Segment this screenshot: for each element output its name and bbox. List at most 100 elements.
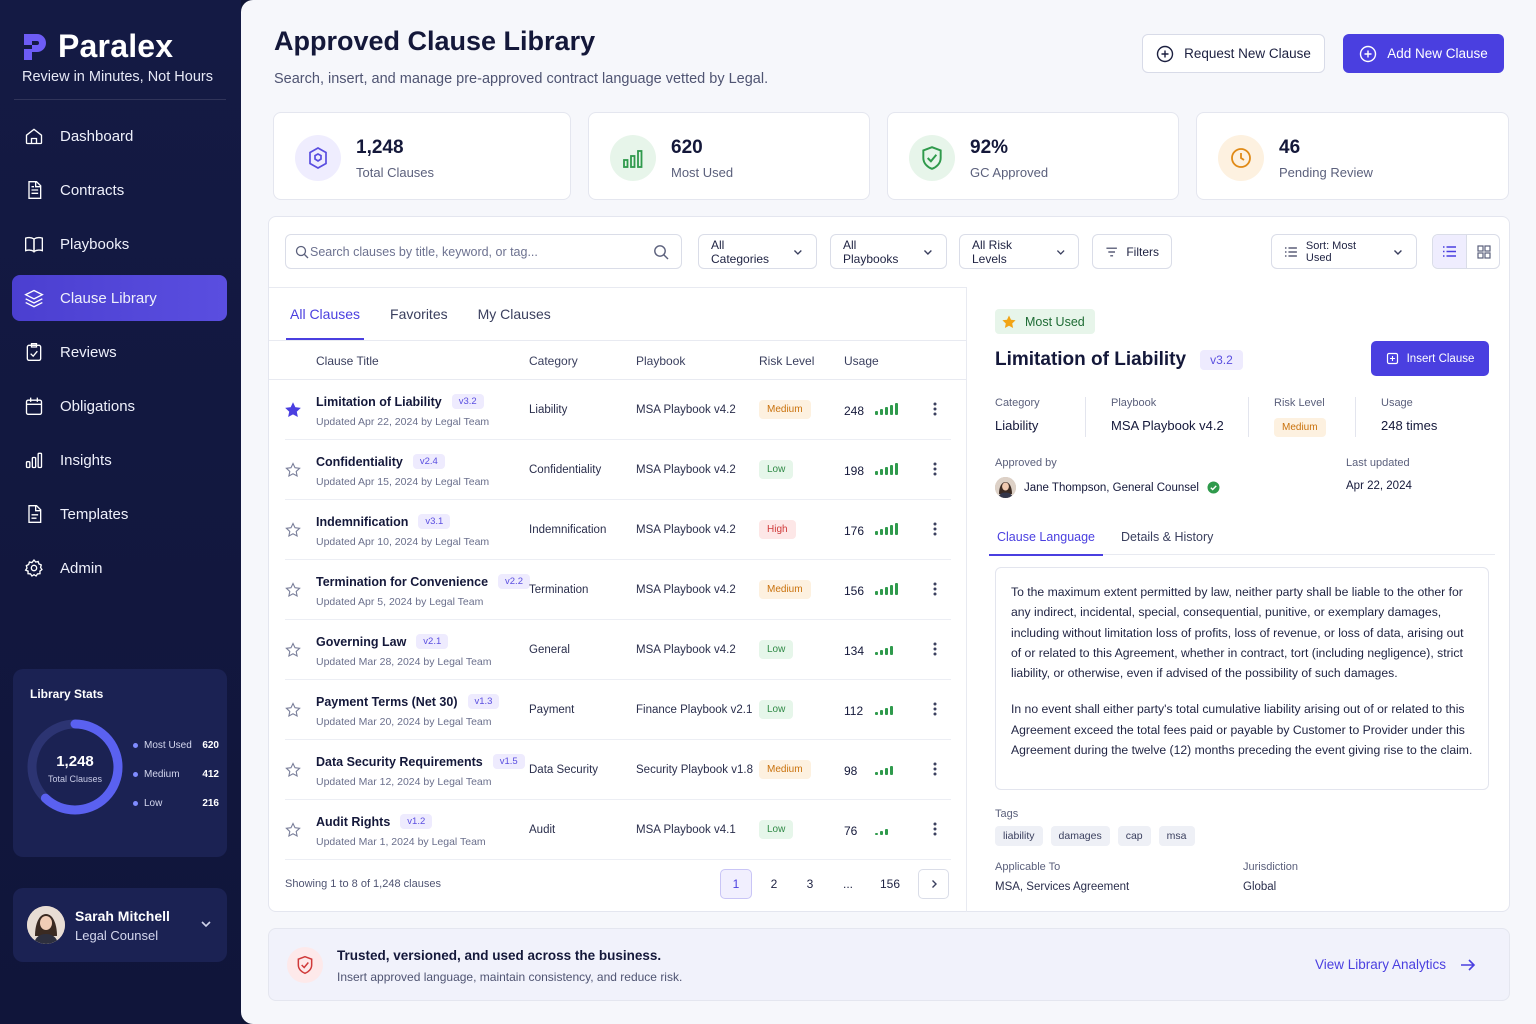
more-vertical-icon[interactable] xyxy=(927,700,943,718)
favorite-star-icon[interactable] xyxy=(285,582,301,598)
meta-playbook: Playbook MSA Playbook v4.2 xyxy=(1111,397,1224,433)
meta-label: Usage xyxy=(1381,397,1413,409)
column-header-usage[interactable]: Usage xyxy=(844,354,879,368)
applicable-to-label: Applicable To xyxy=(995,861,1061,873)
library-stats-total: 1,248 xyxy=(56,753,94,770)
approved-by-label: Approved by xyxy=(995,457,1057,469)
request-new-clause-button[interactable]: Request New Clause xyxy=(1142,34,1325,73)
more-vertical-icon[interactable] xyxy=(927,820,943,838)
sidebar-item-playbooks[interactable]: Playbooks xyxy=(12,221,227,267)
column-header-risk[interactable]: Risk Level xyxy=(759,354,814,368)
legend-item: Most Used 620 xyxy=(133,731,219,760)
more-vertical-icon[interactable] xyxy=(927,580,943,598)
tab-details-history[interactable]: Details & History xyxy=(1113,519,1221,555)
clause-title[interactable]: Limitation of Liability v3.2 xyxy=(316,394,484,409)
clause-playbook: Finance Playbook v2.1 xyxy=(636,704,753,716)
page-3-button[interactable]: 3 xyxy=(795,869,825,899)
favorite-star-icon[interactable] xyxy=(285,642,301,658)
sidebar-item-reviews[interactable]: Reviews xyxy=(12,329,227,375)
column-header-playbook[interactable]: Playbook xyxy=(636,354,685,368)
page-1-button[interactable]: 1 xyxy=(720,869,752,899)
avatar xyxy=(995,477,1016,498)
clause-title[interactable]: Indemnification v3.1 xyxy=(316,514,451,529)
clause-title[interactable]: Payment Terms (Net 30) v1.3 xyxy=(316,694,500,709)
chevron-right-icon xyxy=(931,880,937,888)
table-row[interactable]: Payment Terms (Net 30) v1.3 Updated Mar 2… xyxy=(285,680,951,740)
view-library-analytics-link[interactable]: View Library Analytics xyxy=(1315,957,1476,972)
sidebar-item-obligations[interactable]: Obligations xyxy=(12,383,227,429)
tag[interactable]: cap xyxy=(1117,826,1151,846)
banner-title: Trusted, versioned, and used across the … xyxy=(337,948,662,963)
table-row[interactable]: Limitation of Liability v3.2 Updated Apr … xyxy=(285,380,951,440)
user-menu[interactable]: Sarah Mitchell Legal Counsel xyxy=(13,888,227,962)
calendar-icon xyxy=(25,397,43,415)
usage-bar xyxy=(885,768,888,775)
tab-my-clauses[interactable]: My Clauses xyxy=(478,288,551,340)
tag-list: liability damages cap msa xyxy=(995,826,1195,846)
usage-bar xyxy=(885,467,888,475)
clause-title[interactable]: Data Security Requirements v1.5 xyxy=(316,754,525,769)
brand[interactable]: Paralex xyxy=(22,28,173,65)
version-badge: v1.2 xyxy=(400,814,433,829)
tab-favorites[interactable]: Favorites xyxy=(390,288,448,340)
clause-title[interactable]: Audit Rights v1.2 xyxy=(316,814,433,829)
tab-all-clauses[interactable]: All Clauses xyxy=(285,288,365,340)
column-header-category[interactable]: Category xyxy=(529,354,578,368)
filters-button[interactable]: Filters xyxy=(1092,234,1172,269)
sidebar-item-templates[interactable]: Templates xyxy=(12,491,227,537)
favorite-star-icon[interactable] xyxy=(285,462,301,478)
list-view-button[interactable] xyxy=(1433,235,1467,268)
sidebar-item-insights[interactable]: Insights xyxy=(12,437,227,483)
favorite-star-icon[interactable] xyxy=(285,522,301,538)
sidebar-item-label: Insights xyxy=(60,451,112,469)
more-vertical-icon[interactable] xyxy=(927,520,943,538)
playbook-dropdown[interactable]: All Playbooks xyxy=(830,234,947,269)
sidebar-item-label: Clause Library xyxy=(60,289,157,307)
clause-title[interactable]: Governing Law v2.1 xyxy=(316,634,449,649)
search-input[interactable] xyxy=(310,235,650,268)
tab-clause-language[interactable]: Clause Language xyxy=(989,519,1103,556)
table-row[interactable]: Confidentiality v2.4 Updated Apr 15, 2024… xyxy=(285,440,951,500)
favorite-star-icon[interactable] xyxy=(285,822,301,838)
table-row[interactable]: Data Security Requirements v1.5 Updated M… xyxy=(285,740,951,800)
tag[interactable]: liability xyxy=(995,826,1043,846)
sidebar-item-clause-library[interactable]: Clause Library xyxy=(12,275,227,321)
favorite-star-icon[interactable] xyxy=(285,762,301,778)
column-header-title[interactable]: Clause Title xyxy=(316,354,379,368)
clause-title[interactable]: Termination for Convenience v2.2 xyxy=(316,574,530,589)
more-vertical-icon[interactable] xyxy=(927,400,943,418)
search-icon[interactable] xyxy=(653,244,669,260)
clause-updated: Updated Apr 10, 2024 by Legal Team xyxy=(316,536,490,548)
clock-icon xyxy=(1218,135,1264,181)
table-row[interactable]: Indemnification v3.1 Updated Apr 10, 2024… xyxy=(285,500,951,560)
usage-bar xyxy=(890,525,893,535)
tag[interactable]: msa xyxy=(1158,826,1195,846)
sidebar-item-contracts[interactable]: Contracts xyxy=(12,167,227,213)
risk-level-dropdown[interactable]: All Risk Levels xyxy=(959,234,1079,269)
next-page-button[interactable] xyxy=(918,869,949,899)
add-new-clause-button[interactable]: Add New Clause xyxy=(1343,34,1504,73)
sort-dropdown[interactable]: Sort: Most Used xyxy=(1271,234,1417,269)
page-156-button[interactable]: 156 xyxy=(872,869,908,899)
search-box[interactable] xyxy=(285,234,682,269)
tag[interactable]: damages xyxy=(1050,826,1110,846)
more-vertical-icon[interactable] xyxy=(927,640,943,658)
clause-category: Audit xyxy=(529,824,556,836)
grid-view-button[interactable] xyxy=(1467,235,1499,268)
page-2-button[interactable]: 2 xyxy=(759,869,789,899)
clause-category: Indemnification xyxy=(529,524,607,536)
usage-bar xyxy=(890,766,893,775)
table-row[interactable]: Termination for Convenience v2.2 Updated … xyxy=(285,560,951,620)
more-vertical-icon[interactable] xyxy=(927,460,943,478)
insert-clause-button[interactable]: Insert Clause xyxy=(1371,341,1489,376)
category-dropdown[interactable]: All Categories xyxy=(698,234,817,269)
table-row[interactable]: Audit Rights v1.2 Updated Mar 1, 2024 by … xyxy=(285,800,951,860)
sidebar-item-admin[interactable]: Admin xyxy=(12,545,227,591)
more-vertical-icon[interactable] xyxy=(927,760,943,778)
favorite-star-icon[interactable] xyxy=(285,402,301,418)
usage-count: 248 xyxy=(844,404,865,418)
favorite-star-icon[interactable] xyxy=(285,702,301,718)
clause-title[interactable]: Confidentiality v2.4 xyxy=(316,454,445,469)
sidebar-item-dashboard[interactable]: Dashboard xyxy=(12,113,227,159)
table-row[interactable]: Governing Law v2.1 Updated Mar 28, 2024 b… xyxy=(285,620,951,680)
